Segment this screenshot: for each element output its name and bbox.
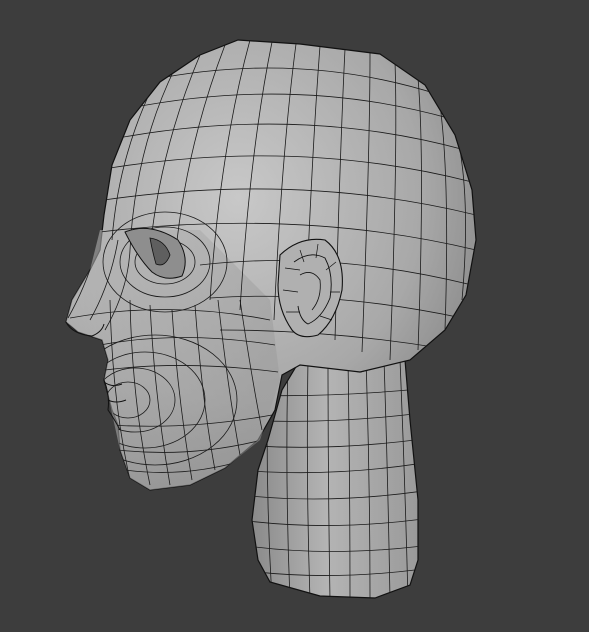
head-mesh-model[interactable] bbox=[0, 0, 589, 632]
viewport-3d[interactable] bbox=[0, 0, 589, 632]
head-section bbox=[65, 39, 477, 491]
